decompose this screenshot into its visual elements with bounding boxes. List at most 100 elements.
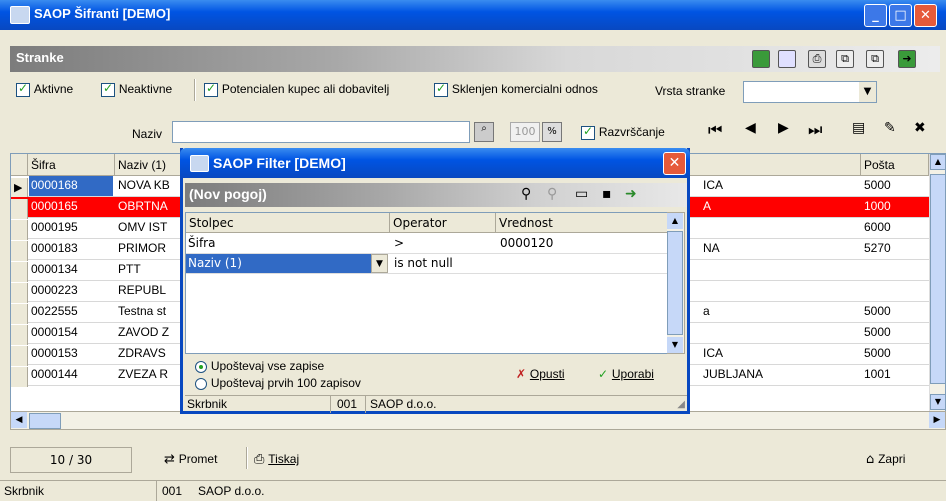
copy-icon[interactable]: ⧉: [836, 50, 854, 68]
radio-first-label: Upoštevaj prvih 100 zapisov: [210, 376, 361, 390]
divider: [330, 396, 331, 413]
maximize-button[interactable]: □: [889, 4, 912, 27]
neaktivne-label: Neaktivne: [118, 82, 173, 96]
sklenjen-checkbox[interactable]: [434, 81, 448, 97]
window-titlebar[interactable]: SAOP Šifranti [DEMO] _ □ ✕: [0, 0, 946, 30]
dialog-scrollbar[interactable]: ▲ ▼: [667, 212, 685, 354]
chevron-down-icon[interactable]: ▼: [371, 254, 388, 273]
promet-button[interactable]: ⇄ Promet: [164, 452, 217, 467]
save-icon[interactable]: ▪: [602, 186, 612, 202]
chevron-down-icon[interactable]: ▼: [859, 82, 876, 102]
cell-vrednost: 0000120: [500, 236, 554, 250]
razvrscanje-option[interactable]: Razvrščanje: [581, 124, 665, 140]
vrsta-stranke-select[interactable]: ▼: [743, 81, 877, 103]
cell-posta: 5000: [864, 325, 891, 339]
row-indicator: [11, 367, 28, 387]
cell-mesto: ICA: [703, 346, 724, 360]
potencialen-label: Potencialen kupec ali dobavitelj: [221, 82, 390, 96]
naziv-search-input[interactable]: [172, 121, 470, 143]
add-condition-icon[interactable]: ⚲: [521, 186, 531, 202]
scroll-left-icon[interactable]: ◀: [11, 412, 27, 428]
scroll-right-icon[interactable]: ▶: [929, 412, 945, 428]
tiskaj-button[interactable]: ⎙ Tiskaj: [254, 452, 299, 467]
cell-posta: 5000: [864, 178, 891, 192]
uporabi-button[interactable]: ✓ Uporabi: [598, 367, 654, 381]
scroll-down-icon[interactable]: ▼: [667, 337, 683, 353]
zapri-label: Zapri: [878, 452, 906, 466]
radio-all-button[interactable]: [195, 360, 207, 373]
scroll-up-icon[interactable]: ▲: [930, 154, 945, 170]
binoculars-icon[interactable]: ⌕: [474, 122, 494, 142]
hscroll-thumb[interactable]: [29, 413, 61, 429]
cell-posta: 5000: [864, 304, 891, 318]
cancel-icon: ✗: [516, 367, 527, 381]
opusti-button[interactable]: ✗ Opusti: [516, 367, 565, 381]
close-button[interactable]: ✕: [914, 4, 937, 27]
cell-mesto: JUBLJANA: [703, 367, 764, 381]
column-header-stolpec[interactable]: Stolpec: [186, 213, 390, 233]
new-record-icon[interactable]: ▤: [852, 120, 865, 136]
neaktivne-checkbox[interactable]: [101, 81, 115, 97]
scroll-thumb[interactable]: [667, 231, 683, 335]
filter-neaktivne[interactable]: Neaktivne: [101, 81, 173, 97]
last-record-icon[interactable]: ⏭: [808, 120, 822, 140]
radio-all-records[interactable]: Upoštevaj vse zapise: [195, 359, 324, 373]
remove-condition-icon[interactable]: ⚲: [547, 186, 557, 202]
aktivne-checkbox[interactable]: [16, 81, 30, 97]
previous-record-icon[interactable]: ◀: [745, 120, 756, 136]
first-record-icon[interactable]: ⏮: [708, 120, 722, 140]
condition-row[interactable]: Šifra > 0000120: [186, 234, 668, 254]
scroll-up-icon[interactable]: ▲: [667, 213, 683, 229]
edit-record-icon[interactable]: ✎: [884, 120, 896, 136]
limit-toggle-icon[interactable]: %: [542, 122, 562, 142]
grid-icon[interactable]: [752, 50, 770, 68]
cell-sifra: 0000144: [31, 367, 78, 381]
column-header-vrednost[interactable]: Vrednost: [496, 213, 668, 233]
delete-record-icon[interactable]: ✖: [914, 120, 926, 136]
paste-icon[interactable]: ⧉: [866, 50, 884, 68]
cell-posta: 5270: [864, 241, 891, 255]
row-indicator: [11, 283, 28, 303]
stolpec-value: Naziv (1): [188, 256, 242, 270]
razvrscanje-checkbox[interactable]: [581, 124, 595, 140]
view-icon[interactable]: [778, 50, 796, 68]
minimize-button[interactable]: _: [864, 4, 887, 27]
potencialen-checkbox[interactable]: [204, 81, 218, 97]
section-title: Stranke: [16, 50, 64, 65]
filter-aktivne[interactable]: Aktivne: [16, 81, 74, 97]
cell-sifra: 0000183: [31, 241, 78, 255]
radio-first-button[interactable]: [195, 377, 207, 390]
stolpec-select[interactable]: Naziv (1) ▼: [186, 254, 388, 273]
exit-icon[interactable]: ➜: [625, 186, 637, 202]
checkmark-icon: ✓: [598, 367, 609, 381]
exit-icon[interactable]: ➜: [898, 50, 916, 68]
column-header-posta[interactable]: Pošta: [861, 154, 929, 176]
condition-grid[interactable]: Stolpec Operator Vrednost Šifra > 000012…: [185, 212, 669, 354]
cell-sifra: 0000134: [31, 262, 78, 276]
dialog-toolbar: (Nov pogoj) ⚲ ⚲ ▭ ▪ ➜: [185, 183, 687, 207]
printer-icon[interactable]: ⎙: [808, 50, 826, 68]
resize-grip-icon[interactable]: ◢: [677, 399, 685, 410]
dialog-titlebar[interactable]: SAOP Filter [DEMO] ✕: [180, 148, 690, 178]
radio-first-records[interactable]: Upoštevaj prvih 100 zapisov: [195, 376, 361, 390]
column-header-operator[interactable]: Operator: [390, 213, 496, 233]
door-icon: ⌂: [866, 452, 875, 467]
limit-input[interactable]: 100: [510, 122, 540, 142]
next-record-icon[interactable]: ▶: [778, 120, 789, 136]
filter-potencialen[interactable]: Potencialen kupec ali dobavitelj: [204, 81, 390, 97]
column-header-sifra[interactable]: Šifra: [28, 154, 115, 176]
scroll-thumb[interactable]: [930, 174, 945, 384]
dialog-close-button[interactable]: ✕: [663, 152, 686, 175]
row-pointer-icon: ▶: [11, 178, 28, 198]
condition-row[interactable]: Naziv (1) ▼ is not null: [186, 254, 668, 274]
scroll-down-icon[interactable]: ▼: [930, 394, 945, 410]
cell-operator: is not null: [394, 256, 453, 270]
cell-mesto: ICA: [703, 178, 724, 192]
open-folder-icon[interactable]: ▭: [575, 186, 588, 202]
aktivne-label: Aktivne: [33, 82, 74, 96]
zapri-button[interactable]: ⌂ Zapri: [866, 452, 905, 467]
filter-sklenjen[interactable]: Sklenjen komercialni odnos: [434, 81, 598, 97]
cell-sifra: 0000168: [29, 176, 113, 196]
grid-vertical-scrollbar[interactable]: ▲ ▼: [929, 154, 945, 412]
dialog-skrbnik-name: SAOP d.o.o.: [370, 397, 437, 411]
